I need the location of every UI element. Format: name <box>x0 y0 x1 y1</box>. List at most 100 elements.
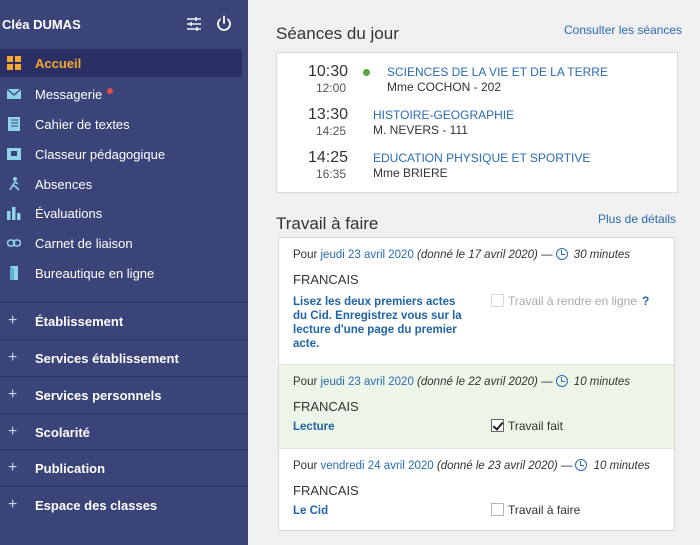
sessions-card: 10:30 12:00 SCIENCES DE LA VIE ET DE LA … <box>276 52 678 193</box>
checkbox-label: Travail à rendre en ligne <box>508 294 637 308</box>
expand-plus-icon: + <box>8 423 18 440</box>
binder-icon <box>7 147 21 161</box>
nav-item-label: Messagerie <box>35 86 103 102</box>
separator-dash: — <box>541 376 553 388</box>
notification-dot <box>107 87 114 94</box>
homework-header: Pour jeudi 23 avril 2020 (donné le 22 av… <box>293 375 630 388</box>
nav-item-evaluations[interactable]: Évaluations <box>0 199 248 227</box>
session-teacher: M. NEVERS - 111 <box>373 123 468 137</box>
session-end: 12:00 <box>315 81 346 95</box>
homework-card: Pour jeudi 23 avril 2020 (donné le 17 av… <box>278 237 675 531</box>
sidebar: Cléa DUMAS Accueil Messagerie Cahier de … <box>0 0 248 545</box>
nav-item-carnet-de-liaison[interactable]: Carnet de liaison <box>0 229 248 257</box>
sidebar-header: Cléa DUMAS <box>0 0 248 48</box>
homework-description[interactable]: Le Cid <box>293 504 468 518</box>
session-row[interactable]: 14:25 16:35 EDUCATION PHYSIQUE ET SPORTI… <box>277 149 677 189</box>
book-icon <box>7 117 21 131</box>
section-scolarite[interactable]: + Scolarité <box>0 413 248 450</box>
nav-item-label: Bureautique en ligne <box>35 265 155 281</box>
expand-plus-icon: + <box>8 386 18 403</box>
nav-item-accueil[interactable]: Accueil <box>0 49 242 77</box>
nav-item-label: Évaluations <box>35 205 103 221</box>
nav-item-absences[interactable]: Absences <box>0 170 248 198</box>
homework-header: Pour vendredi 24 avril 2020 (donné le 23… <box>293 459 650 472</box>
given-date: (donné le 22 avril 2020) <box>417 376 538 388</box>
nav-item-classeur-pedagogique[interactable]: Classeur pédagogique <box>0 140 248 168</box>
submit-online-checkbox <box>491 294 504 307</box>
clock-icon <box>575 459 588 471</box>
homework-header: Pour jeudi 23 avril 2020 (donné le 17 av… <box>293 248 630 261</box>
separator-dash: — <box>541 249 553 261</box>
homework-description[interactable]: Lecture <box>293 420 468 434</box>
homework-item: Pour vendredi 24 avril 2020 (donné le 23… <box>279 449 674 531</box>
section-label: Espace des classes <box>35 498 158 513</box>
section-label: Services personnels <box>35 388 162 403</box>
session-start: 14:25 <box>307 149 348 166</box>
due-date-link[interactable]: vendredi 24 avril 2020 <box>321 460 434 472</box>
homework-subject: FRANCAIS <box>293 483 359 498</box>
expand-plus-icon: + <box>8 459 18 476</box>
section-services-personnels[interactable]: + Services personnels <box>0 376 248 413</box>
due-date-link[interactable]: jeudi 23 avril 2020 <box>321 249 414 261</box>
duration: 10 minutes <box>573 376 631 388</box>
current-session-dot <box>363 69 370 76</box>
user-name: Cléa DUMAS <box>2 17 81 32</box>
session-subject[interactable]: SCIENCES DE LA VIE ET DE LA TERRE <box>387 65 608 79</box>
clock-icon <box>555 248 568 260</box>
session-subject[interactable]: EDUCATION PHYSIQUE ET SPORTIVE <box>373 151 590 165</box>
help-icon[interactable]: ? <box>642 294 649 308</box>
section-services-etablissement[interactable]: + Services établissement <box>0 339 248 376</box>
session-start: 13:30 <box>307 106 348 123</box>
nav-item-cahier-de-textes[interactable]: Cahier de textes <box>0 110 248 138</box>
homework-description[interactable]: Lisez les deux premiers actes du Cid. En… <box>293 295 468 351</box>
nav-item-bureautique-en-ligne[interactable]: Bureautique en ligne <box>0 259 248 287</box>
envelope-icon <box>6 87 22 101</box>
session-row[interactable]: 10:30 12:00 SCIENCES DE LA VIE ET DE LA … <box>277 63 677 103</box>
expand-plus-icon: + <box>8 349 18 366</box>
session-teacher: Mme COCHON - 202 <box>387 80 502 94</box>
checkbox-label: Travail fait <box>508 419 563 433</box>
todo-checkbox[interactable] <box>491 503 504 516</box>
homework-title: Travail à faire <box>276 214 379 233</box>
duration: 10 minutes <box>593 460 650 472</box>
session-end: 16:35 <box>315 167 346 181</box>
session-subject[interactable]: HISTOIRE-GEOGRAPHIE <box>373 108 514 122</box>
nav-item-label: Absences <box>35 176 93 192</box>
due-prefix: Pour <box>293 376 318 388</box>
nav-item-messagerie[interactable]: Messagerie <box>0 80 248 108</box>
work-done-checkbox[interactable] <box>491 419 504 432</box>
submit-online-checkbox-row: Travail à rendre en ligne? <box>491 294 649 308</box>
nav-item-label: Cahier de textes <box>35 116 130 132</box>
clock-icon <box>555 375 568 387</box>
nav-item-label: Classeur pédagogique <box>35 146 166 162</box>
expand-plus-icon: + <box>8 496 18 513</box>
duration: 30 minutes <box>573 249 631 261</box>
expand-plus-icon: + <box>8 312 18 329</box>
homework-item: Pour jeudi 23 avril 2020 (donné le 22 av… <box>279 365 674 448</box>
nav-item-label: Carnet de liaison <box>35 235 133 251</box>
due-prefix: Pour <box>293 460 318 472</box>
section-label: Services établissement <box>35 351 179 366</box>
todo-checkbox-row[interactable]: Travail à faire <box>491 503 580 517</box>
consult-sessions-link[interactable]: Consulter les séances <box>564 23 682 37</box>
link-icon <box>6 236 22 250</box>
session-end: 14:25 <box>315 124 346 138</box>
section-label: Publication <box>35 461 106 476</box>
logout-power-icon[interactable] <box>214 14 234 34</box>
section-espace-des-classes[interactable]: + Espace des classes <box>0 486 248 523</box>
session-teacher: Mme BRIERE <box>373 166 448 180</box>
home-grid-icon <box>7 56 21 70</box>
given-date: (donné le 23 avril 2020) <box>436 460 558 472</box>
section-etablissement[interactable]: + Établissement <box>0 302 248 339</box>
separator-dash: — <box>560 460 573 472</box>
sessions-title: Séances du jour <box>276 24 399 43</box>
settings-sliders-icon[interactable] <box>184 14 204 34</box>
more-details-link[interactable]: Plus de détails <box>598 212 676 226</box>
work-done-checkbox-row[interactable]: Travail fait <box>491 419 563 433</box>
section-publication[interactable]: + Publication <box>0 449 248 486</box>
given-date: (donné le 17 avril 2020) <box>417 249 538 261</box>
session-start: 10:30 <box>307 63 348 80</box>
due-date-link[interactable]: jeudi 23 avril 2020 <box>321 376 414 388</box>
bar-chart-icon <box>7 206 21 220</box>
session-row[interactable]: 13:30 14:25 HISTOIRE-GEOGRAPHIE M. NEVER… <box>277 106 677 146</box>
